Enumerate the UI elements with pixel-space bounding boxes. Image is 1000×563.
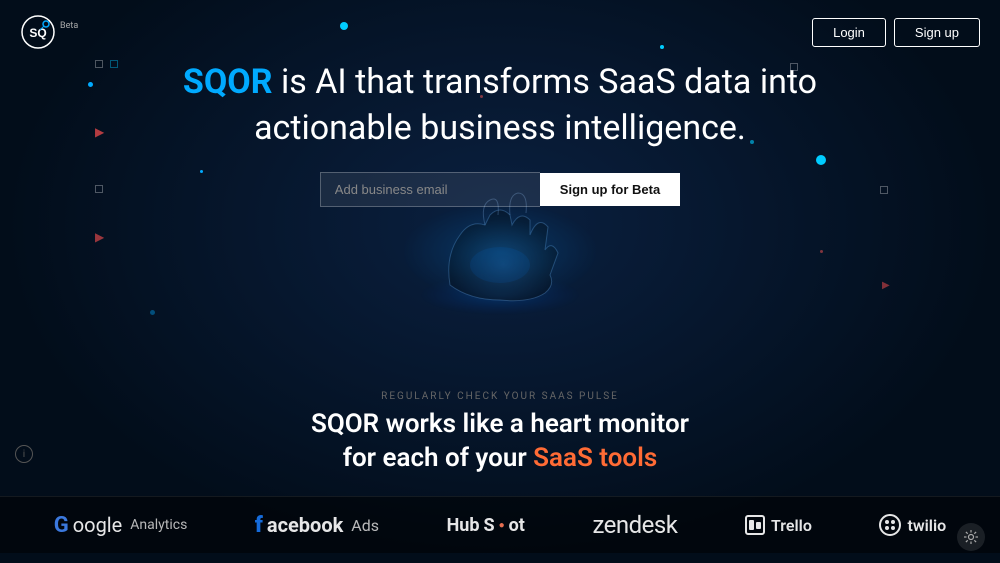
hero-section: SQOR is AI that transforms SaaS data int… [0, 60, 1000, 225]
hero-title: SQOR is AI that transforms SaaS data int… [183, 60, 817, 152]
analytics-text: Analytics [130, 517, 187, 533]
email-form: Sign up for Beta [320, 172, 680, 207]
brand-name: SQOR [183, 62, 273, 102]
facebook-text: acebook [267, 513, 343, 537]
signup-header-button[interactable]: Sign up [894, 18, 980, 47]
email-input[interactable] [320, 172, 540, 207]
heart-monitor-line1: SQOR works like a heart monitor [311, 409, 689, 439]
login-button[interactable]: Login [812, 18, 886, 47]
trello-bar-2 [756, 522, 761, 529]
pulse-label: REGULARLY CHECK YOUR SAAS PULSE [381, 391, 619, 402]
settings-icon[interactable] [957, 523, 985, 551]
cta-button[interactable]: Sign up for Beta [540, 173, 680, 206]
trello-icon [745, 515, 765, 535]
trello-text: Trello [771, 516, 812, 535]
beta-label: Beta [60, 21, 78, 31]
google-analytics-logo: Google Analytics [54, 513, 188, 538]
header-buttons: Login Sign up [812, 18, 980, 47]
info-icon[interactable]: i [15, 445, 33, 463]
trello-logo: Trello [745, 515, 812, 535]
logos-bar: Google Analytics facebook Ads HubS ● ot ze… [0, 496, 1000, 553]
saas-tools-highlight: SaaS tools [533, 443, 657, 473]
info-label: i [23, 449, 25, 460]
hubspot-s-dot: S [483, 515, 494, 536]
hubspot-dot-icon: ● [499, 520, 505, 531]
hubspot-hub-text: Hub [447, 515, 480, 536]
settings-gear-icon [963, 529, 979, 545]
twilio-dots-icon [883, 518, 897, 532]
facebook-f-icon: f [255, 513, 263, 538]
zendesk-text: zendesk [592, 511, 677, 539]
twilio-logo: twilio [879, 514, 946, 536]
google-g-icon: G [54, 513, 69, 538]
ads-text: Ads [351, 516, 379, 535]
trello-bar-1 [749, 520, 754, 530]
header: SQ Beta Login Sign up [0, 0, 1000, 64]
zendesk-logo: zendesk [592, 511, 677, 539]
logo: SQ Beta [20, 14, 78, 50]
google-text: oogle [73, 513, 123, 537]
hubspot-logo: HubS ● ot [447, 515, 525, 536]
twilio-icon [879, 514, 901, 536]
hero-title-text: is AI that transforms SaaS data intoacti… [254, 62, 817, 148]
hubspot-ot-text: ot [509, 515, 525, 536]
twilio-text: twilio [907, 516, 946, 535]
heart-monitor-line2-prefix: for each of your [343, 443, 533, 473]
bottom-section: REGULARLY CHECK YOUR SAAS PULSE SQOR wor… [0, 391, 1000, 563]
svg-text:SQ: SQ [29, 26, 46, 40]
facebook-ads-logo: facebook Ads [255, 513, 379, 538]
sqor-logo-icon: SQ [20, 14, 56, 50]
heart-monitor-title: SQOR works like a heart monitor for each… [311, 408, 689, 476]
